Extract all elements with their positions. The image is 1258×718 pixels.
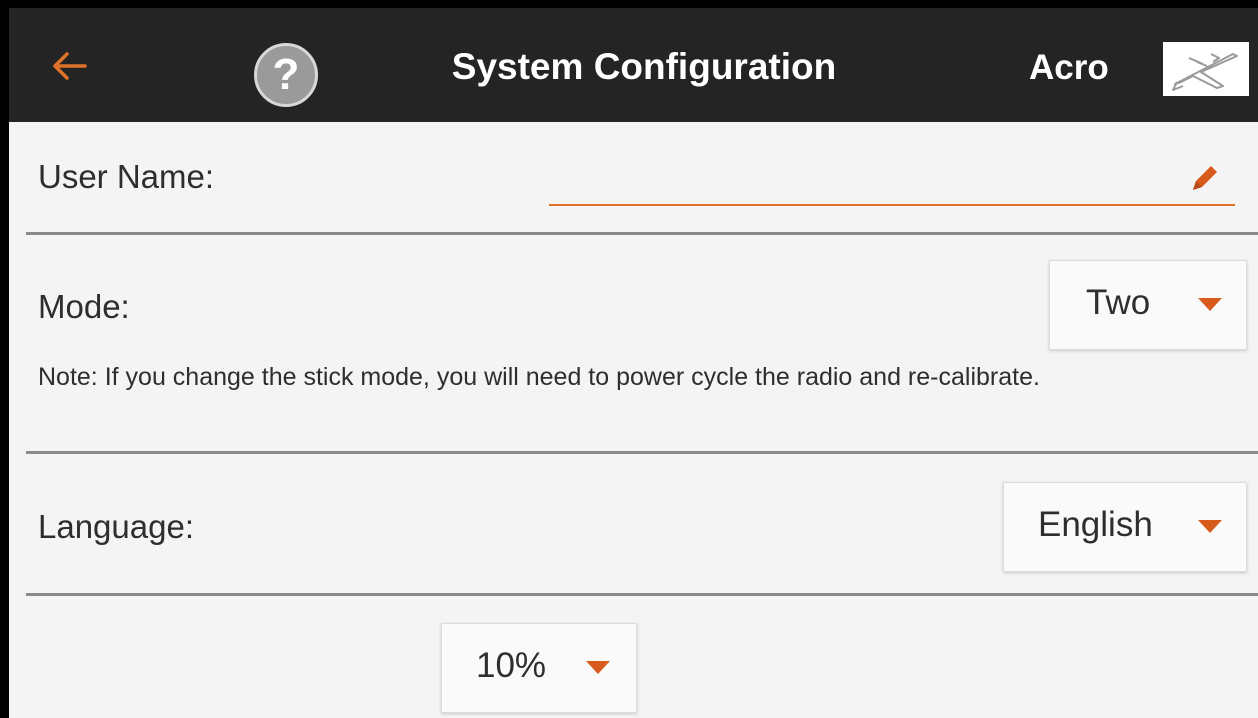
page-title: System Configuration <box>451 46 837 87</box>
mode-value: Two <box>1086 283 1151 322</box>
mode-note: Note: If you change the stick mode, you … <box>38 363 1040 391</box>
question-mark-icon: ? <box>272 50 300 99</box>
edit-user-name-button[interactable] <box>1185 158 1223 196</box>
chevron-down-icon <box>586 661 610 674</box>
chevron-down-icon <box>1198 298 1222 311</box>
airplane-icon <box>1172 53 1238 91</box>
back-button[interactable] <box>49 48 89 84</box>
battery-alarm-dropdown[interactable]: 10% <box>441 623 637 713</box>
title-bar: ? System Configuration Acro <box>9 8 1258 122</box>
divider <box>26 451 1258 454</box>
mode-dropdown[interactable]: Two <box>1049 260 1247 350</box>
back-arrow-icon <box>53 52 87 80</box>
chevron-down-icon <box>1198 520 1222 533</box>
model-name: Acro <box>1029 48 1109 87</box>
help-button[interactable]: ? <box>254 43 318 107</box>
pencil-icon <box>1193 166 1217 190</box>
mode-label: Mode: <box>38 288 130 325</box>
language-label: Language: <box>38 508 194 545</box>
model-type-button[interactable] <box>1163 42 1249 96</box>
screen: ? System Configuration Acro User Name: M… <box>9 8 1258 718</box>
user-name-label: User Name: <box>38 158 215 195</box>
battery-alarm-value: 10% <box>476 646 547 685</box>
divider <box>26 232 1258 235</box>
user-name-field[interactable] <box>549 148 1235 206</box>
language-dropdown[interactable]: English <box>1003 482 1247 572</box>
divider <box>26 593 1258 596</box>
language-value: English <box>1038 505 1153 544</box>
user-name-underline <box>549 204 1235 206</box>
